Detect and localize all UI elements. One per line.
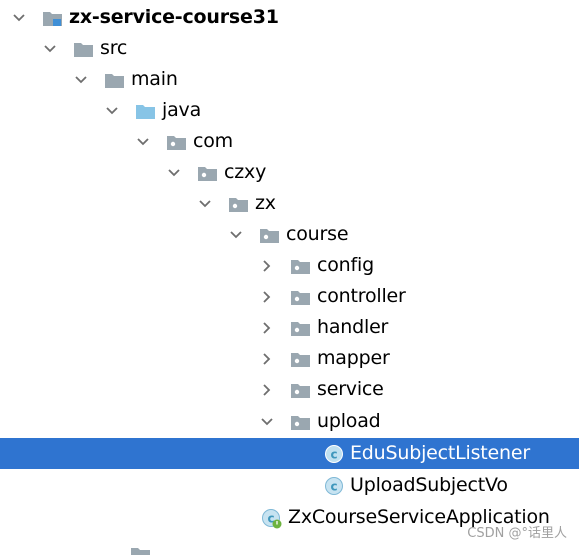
chevron-down-icon[interactable] [41, 33, 59, 64]
folder-icon [104, 70, 126, 90]
tree-label: handler [317, 316, 389, 338]
tree-label: course [286, 223, 349, 245]
package-icon [259, 225, 281, 245]
tree-label: config [317, 254, 374, 276]
tree-row-czxy[interactable]: czxy [0, 157, 579, 188]
chevron-right-icon[interactable] [258, 281, 276, 312]
chevron-down-icon[interactable] [258, 406, 276, 437]
chevron-right-icon[interactable] [258, 250, 276, 281]
chevron-down-icon[interactable] [196, 188, 214, 219]
svg-text:c: c [330, 448, 337, 462]
tree-label: controller [317, 285, 406, 307]
tree-label: zx [255, 192, 276, 214]
tree-label: mapper [317, 347, 390, 369]
chevron-down-icon[interactable] [134, 126, 152, 157]
chevron-down-icon[interactable] [227, 219, 245, 250]
tree-row-controller[interactable]: controller [0, 281, 579, 312]
chevron-down-icon[interactable] [103, 95, 121, 126]
tree-row-module[interactable]: zx-service-course31 [0, 2, 579, 33]
class-icon: c [324, 444, 346, 464]
folder-icon [130, 538, 152, 555]
watermark: CSDN @°话里人 [467, 526, 567, 541]
package-icon [166, 132, 188, 152]
tree-label: upload [317, 410, 381, 432]
tree-row-edusubjectlistener[interactable]: c EduSubjectListener [0, 438, 579, 469]
svg-text:c: c [330, 480, 337, 494]
tree-row-main[interactable]: main [0, 64, 579, 95]
folder-icon [73, 39, 95, 59]
chevron-right-icon[interactable] [258, 312, 276, 343]
chevron-right-icon[interactable] [258, 343, 276, 374]
tree-label: src [100, 37, 128, 59]
tree-row-handler[interactable]: handler [0, 312, 579, 343]
source-root-folder-icon [135, 101, 157, 121]
package-icon [290, 349, 312, 369]
package-icon [290, 380, 312, 400]
tree-label: UploadSubjectVo [350, 474, 508, 496]
package-icon [290, 412, 312, 432]
tree-row-config[interactable]: config [0, 250, 579, 281]
tree-row-src[interactable]: src [0, 33, 579, 64]
module-folder-icon [42, 8, 64, 28]
tree-row-upload[interactable]: upload [0, 406, 579, 437]
chevron-down-icon[interactable] [165, 157, 183, 188]
tree-row-mapper[interactable]: mapper [0, 343, 579, 374]
tree-row-java[interactable]: java [0, 95, 579, 126]
package-icon [290, 318, 312, 338]
tree-label: java [162, 99, 202, 121]
tree-row-course[interactable]: course [0, 219, 579, 250]
tree-row-uploadsubjectvo[interactable]: c UploadSubjectVo [0, 470, 579, 501]
tree-label: com [193, 130, 233, 152]
chevron-down-icon[interactable] [10, 2, 28, 33]
chevron-down-icon[interactable] [72, 64, 90, 95]
tree-row-zx[interactable]: zx [0, 188, 579, 219]
package-icon [228, 194, 250, 214]
package-icon [197, 163, 219, 183]
tree-row-com[interactable]: com [0, 126, 579, 157]
tree-label: service [317, 378, 384, 400]
package-icon [290, 256, 312, 276]
tree-label: main [131, 68, 178, 90]
project-tree: zx-service-course31 src main java com cz… [0, 0, 579, 555]
spring-boot-class-icon: c [261, 508, 283, 529]
package-icon [290, 287, 312, 307]
class-icon: c [324, 476, 346, 496]
tree-label: czxy [224, 161, 267, 183]
chevron-right-icon[interactable] [258, 374, 276, 405]
tree-label: EduSubjectListener [350, 442, 530, 464]
tree-label: zx-service-course31 [69, 6, 279, 28]
tree-row-service[interactable]: service [0, 374, 579, 405]
